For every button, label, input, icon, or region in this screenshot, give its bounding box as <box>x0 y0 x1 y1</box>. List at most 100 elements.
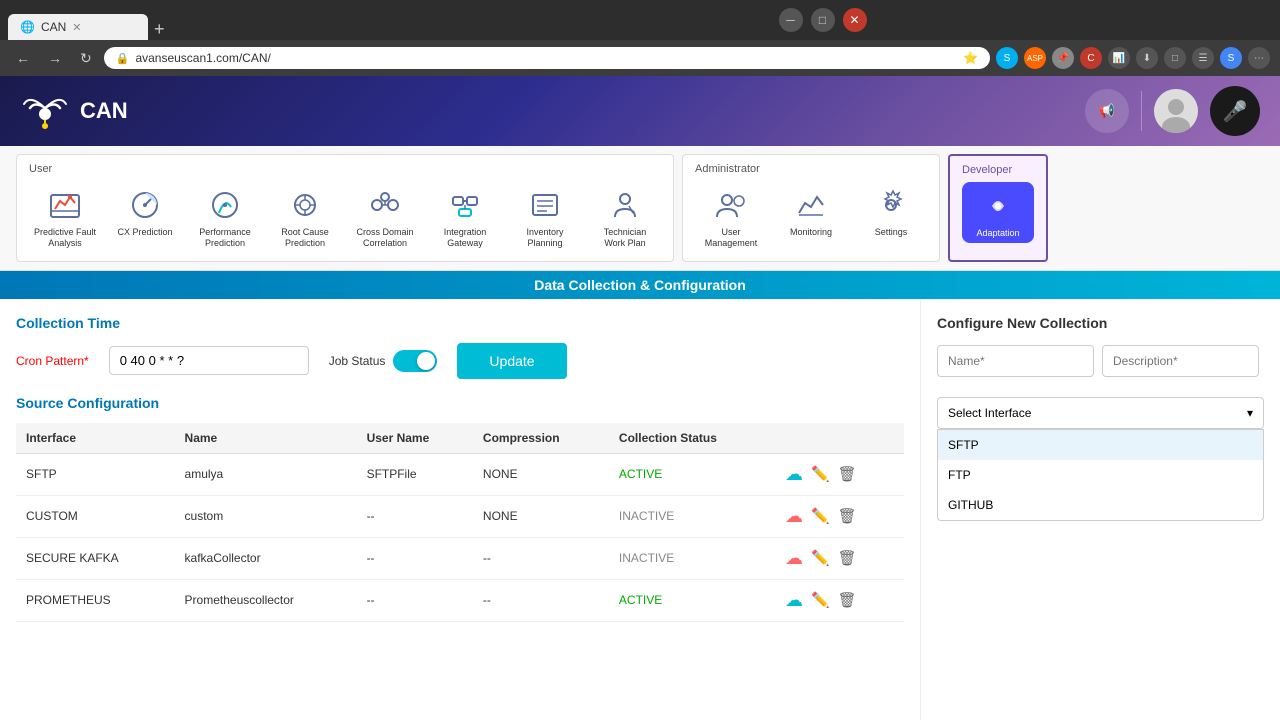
cloud-icon[interactable]: ☁ <box>785 548 803 569</box>
interface-select-container: Select Interface ▾ SFTP FTP GITHUB <box>937 397 1264 429</box>
notification-button[interactable]: 📢 <box>1085 89 1129 133</box>
cell-interface: SECURE KAFKA <box>16 537 175 579</box>
extension-4[interactable]: C <box>1080 47 1102 69</box>
cell-compression: -- <box>473 537 609 579</box>
cell-username: -- <box>357 495 473 537</box>
dropdown-item-github[interactable]: GITHUB <box>938 490 1263 520</box>
user-nav-items: Predictive Fault Analysis CX Prediction <box>29 181 661 253</box>
app-container: CAN 📢 🎤 User <box>0 76 1280 720</box>
cell-actions: ☁ ✏️ 🗑 <box>775 537 904 579</box>
tab-close-button[interactable]: ✕ <box>72 21 81 34</box>
logo-icon <box>20 86 70 136</box>
cell-username: SFTPFile <box>357 453 473 495</box>
name-input[interactable] <box>937 345 1094 377</box>
interface-select[interactable]: Select Interface ▾ <box>937 397 1264 429</box>
extension-7[interactable]: □ <box>1164 47 1186 69</box>
table-row: SFTP amulya SFTPFile NONE ACTIVE ☁ ✏️ 🗑 <box>16 453 904 495</box>
developer-section-title: Developer <box>962 164 1034 176</box>
job-status-toggle[interactable]: ✕ <box>393 350 437 372</box>
edit-icon[interactable]: ✏️ <box>811 591 830 609</box>
extension-6[interactable]: ⬇ <box>1136 47 1158 69</box>
cell-interface: CUSTOM <box>16 495 175 537</box>
right-panel: Configure New Collection Select Interfac… <box>920 299 1280 720</box>
nav-item-integration-gateway[interactable]: Integration Gateway <box>429 181 501 253</box>
extension-profile[interactable]: S <box>1220 47 1242 69</box>
delete-icon[interactable]: 🗑 <box>838 591 857 609</box>
adaptation-icon <box>978 186 1018 226</box>
browser-chrome: 🌐 CAN ✕ + ─ □ ✕ <box>0 0 1280 40</box>
close-window-button[interactable]: ✕ <box>843 8 867 32</box>
configure-panel-title: Configure New Collection <box>937 315 1264 331</box>
nav-item-performance[interactable]: Performance Prediction <box>189 181 261 253</box>
nav-item-root-cause[interactable]: Root Cause Prediction <box>269 181 341 253</box>
user-section-title: User <box>29 163 661 175</box>
update-button[interactable]: Update <box>457 343 566 379</box>
cell-actions: ☁ ✏️ 🗑 <box>775 495 904 537</box>
job-status-area: Job Status ✕ <box>329 350 438 372</box>
cx-prediction-label: CX Prediction <box>117 227 172 238</box>
extension-3[interactable]: 📌 <box>1052 47 1074 69</box>
nav-item-user-management[interactable]: User Management <box>695 181 767 253</box>
url-bar[interactable]: 🔒 avanseuscan1.com/CAN/ ⭐ <box>104 47 990 69</box>
cell-status: ACTIVE <box>609 579 775 621</box>
bookmark-icon[interactable]: ⭐ <box>963 51 978 65</box>
source-config-section: Source Configuration Interface Name User… <box>16 395 904 622</box>
minimize-button[interactable]: ─ <box>779 8 803 32</box>
back-button[interactable]: ← <box>10 48 36 68</box>
url-text: avanseuscan1.com/CAN/ <box>135 51 957 65</box>
extension-8[interactable]: ☰ <box>1192 47 1214 69</box>
cloud-icon[interactable]: ☁ <box>785 590 803 611</box>
cloud-icon[interactable]: ☁ <box>785 506 803 527</box>
extension-asp[interactable]: ASP <box>1024 47 1046 69</box>
delete-icon[interactable]: 🗑 <box>838 465 857 483</box>
nav-item-settings[interactable]: Settings <box>855 181 927 253</box>
admin-section-title: Administrator <box>695 163 927 175</box>
root-cause-icon <box>285 185 325 225</box>
description-input[interactable] <box>1102 345 1259 377</box>
refresh-button[interactable]: ↻ <box>74 48 98 69</box>
logo-area: CAN <box>20 86 128 136</box>
technician-label: Technician Work Plan <box>593 227 657 249</box>
nav-item-technician[interactable]: Technician Work Plan <box>589 181 661 253</box>
cron-input[interactable] <box>109 346 309 375</box>
mic-button[interactable]: 🎤 <box>1210 86 1260 136</box>
edit-icon[interactable]: ✏️ <box>811 549 830 567</box>
cell-actions: ☁ ✏️ 🗑 <box>775 453 904 495</box>
delete-icon[interactable]: 🗑 <box>838 549 857 567</box>
browser-nav-bar: ← → ↻ 🔒 avanseuscan1.com/CAN/ ⭐ S ASP 📌 … <box>0 40 1280 76</box>
new-tab-button[interactable]: + <box>148 19 171 40</box>
nav-item-adaptation[interactable]: Adaptation <box>962 182 1034 243</box>
cell-username: -- <box>357 579 473 621</box>
tab-favicon: 🌐 <box>20 20 35 34</box>
job-status-label: Job Status <box>329 354 386 368</box>
nav-menu: User Predictive Fault Analysis <box>0 146 1280 271</box>
active-tab[interactable]: 🌐 CAN ✕ <box>8 14 148 40</box>
nav-item-cx-prediction[interactable]: CX Prediction <box>109 181 181 253</box>
user-avatar[interactable] <box>1154 89 1198 133</box>
extension-more[interactable]: ⋯ <box>1248 47 1270 69</box>
dropdown-item-ftp[interactable]: FTP <box>938 460 1263 490</box>
cell-compression: NONE <box>473 453 609 495</box>
nav-item-predictive-fault[interactable]: Predictive Fault Analysis <box>29 181 101 253</box>
root-cause-label: Root Cause Prediction <box>273 227 337 249</box>
extension-skype[interactable]: S <box>996 47 1018 69</box>
delete-icon[interactable]: 🗑 <box>838 507 857 525</box>
predictive-fault-label: Predictive Fault Analysis <box>33 227 97 249</box>
forward-button[interactable]: → <box>42 48 68 68</box>
maximize-button[interactable]: □ <box>811 8 835 32</box>
edit-icon[interactable]: ✏️ <box>811 507 830 525</box>
table-row: CUSTOM custom -- NONE INACTIVE ☁ ✏️ 🗑 <box>16 495 904 537</box>
app-header: CAN 📢 🎤 <box>0 76 1280 146</box>
cross-domain-label: Cross Domain Correlation <box>353 227 417 249</box>
nav-item-monitoring[interactable]: Monitoring <box>775 181 847 253</box>
nav-item-inventory[interactable]: Inventory Planning <box>509 181 581 253</box>
dropdown-item-sftp[interactable]: SFTP <box>938 430 1263 460</box>
chevron-down-icon: ▾ <box>1247 406 1253 420</box>
cloud-icon[interactable]: ☁ <box>785 464 803 485</box>
nav-item-cross-domain[interactable]: Cross Domain Correlation <box>349 181 421 253</box>
edit-icon[interactable]: ✏️ <box>811 465 830 483</box>
user-nav-section: User Predictive Fault Analysis <box>16 154 674 262</box>
extension-5[interactable]: 📊 <box>1108 47 1130 69</box>
section-header: Data Collection & Configuration <box>0 271 1280 299</box>
performance-label: Performance Prediction <box>193 227 257 249</box>
